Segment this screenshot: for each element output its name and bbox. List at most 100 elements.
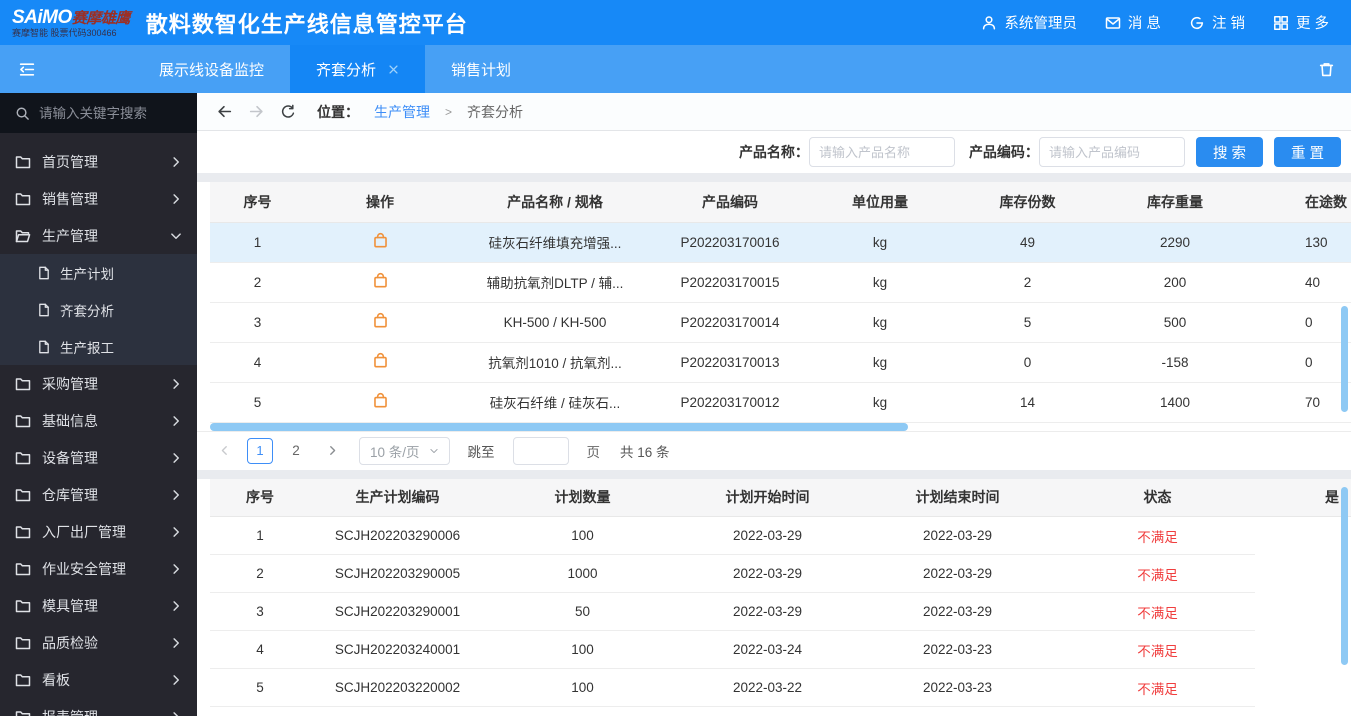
sidebar-item[interactable]: 入厂出厂管理 [0, 513, 197, 550]
sidebar-subitem[interactable]: 生产计划 [0, 254, 197, 291]
menu-fold-icon[interactable] [0, 61, 37, 78]
sidebar-item[interactable]: 品质检验 [0, 624, 197, 661]
vertical-scrollbar[interactable] [1341, 486, 1348, 665]
chevron-right-icon [170, 563, 182, 575]
chevron-right-icon [170, 526, 182, 538]
sidebar-item[interactable]: 首页管理 [0, 143, 197, 180]
more-label: 更 多 [1295, 16, 1329, 32]
column-header: 是 [1255, 478, 1351, 517]
table-cell: 100 [485, 516, 680, 555]
close-icon[interactable] [388, 64, 399, 75]
page-jump-input[interactable] [512, 436, 569, 465]
sidebar-item[interactable]: 设备管理 [0, 439, 197, 476]
back-icon[interactable] [216, 103, 233, 120]
folder-icon [15, 487, 31, 503]
table-cell: 不满足 [1060, 668, 1255, 707]
page-button-1[interactable]: 1 [247, 437, 273, 464]
sidebar-menu: 首页管理销售管理生产管理生产计划 齐套分析 生产报工 采购管理 基础信息 设备管理 仓库管理… [0, 133, 197, 716]
next-page-icon[interactable] [319, 438, 345, 464]
table-row[interactable]: 5 硅灰石纤维 / 硅灰石... P202203170012 kg 14 1400 70 [210, 382, 1351, 423]
table-row[interactable]: 2 SCJH202203290005 1000 2022-03-29 2022-03-2… [210, 554, 1351, 593]
sidebar-item[interactable]: 看板 [0, 661, 197, 698]
order-bag-icon[interactable] [372, 232, 389, 249]
chevron-right-icon [170, 711, 182, 716]
sidebar-item[interactable]: 模具管理 [0, 587, 197, 624]
vertical-scrollbar[interactable] [1341, 306, 1348, 412]
sidebar-item[interactable]: 仓库管理 [0, 476, 197, 513]
order-action-cell[interactable] [305, 302, 455, 343]
order-action-cell[interactable] [305, 222, 455, 263]
page-button-2[interactable]: 2 [283, 438, 309, 464]
page-size-select[interactable]: 10 条/页 [359, 436, 450, 465]
logout-button[interactable]: 注 销 [1189, 12, 1245, 33]
order-bag-icon[interactable] [372, 392, 389, 409]
sidebar-item-label: 生产管理 [42, 227, 98, 244]
search-button[interactable]: 搜 索 [1195, 137, 1263, 167]
folder-icon [15, 672, 31, 688]
table-row[interactable]: 1 硅灰石纤维填充增强... P202203170016 kg 49 2290 130 [210, 222, 1351, 263]
breadcrumb-location-label: 位置： [317, 103, 359, 120]
order-action-cell[interactable] [305, 382, 455, 423]
folder-icon [15, 376, 31, 392]
sidebar-item[interactable]: 采购管理 [0, 365, 197, 402]
sidebar-item[interactable]: 基础信息 [0, 402, 197, 439]
tab-label: 销售计划 [451, 61, 512, 79]
table-cell: 2022-03-29 [680, 516, 855, 555]
forward-icon[interactable] [248, 103, 265, 120]
order-bag-icon[interactable] [372, 312, 389, 329]
plans-table: 序号 生产计划编码 计划数量 计划开始时间 计划结束时间 状态是 1 SCJH2022032… [210, 478, 1351, 707]
table-row[interactable]: 3 KH-500 / KH-500 P202203170014 kg 5 500 0 [210, 302, 1351, 343]
sidebar-item[interactable]: 作业安全管理 [0, 550, 197, 587]
table-row[interactable]: 4 抗氧剂1010 / 抗氧剂... P202203170013 kg 0 -158 0 [210, 342, 1351, 383]
product-code-input[interactable] [1038, 137, 1185, 167]
folder-icon [15, 450, 31, 466]
order-bag-icon[interactable] [372, 352, 389, 369]
sidebar-item-label: 销售管理 [42, 190, 98, 207]
table-cell: 1 [210, 222, 305, 263]
table-cell: 5 [210, 382, 305, 423]
order-action-cell[interactable] [305, 342, 455, 383]
table-cell: P202203170016 [655, 222, 805, 263]
table-cell: P202203170012 [655, 382, 805, 423]
table-cell: 200 [1100, 262, 1250, 303]
trash-icon[interactable] [1318, 61, 1351, 78]
prev-page-icon[interactable] [211, 438, 237, 464]
chevron-down-icon [170, 230, 182, 242]
sidebar-item[interactable]: 生产管理 [0, 217, 197, 254]
table-row[interactable]: 1 SCJH202203290006 100 2022-03-29 2022-03-29… [210, 516, 1351, 555]
sidebar-item[interactable]: 报表管理 [0, 698, 197, 716]
table-row[interactable]: 4 SCJH202203240001 100 2022-03-24 2022-03-23… [210, 630, 1351, 669]
sidebar-subitem[interactable]: 生产报工 [0, 328, 197, 365]
more-button[interactable]: 更 多 [1273, 12, 1329, 33]
table-cell: 2022-03-29 [855, 592, 1060, 631]
logout-icon [1189, 15, 1205, 31]
folder-open-icon [15, 228, 31, 244]
order-bag-icon[interactable] [372, 272, 389, 289]
sidebar-subitem[interactable]: 齐套分析 [0, 291, 197, 328]
sidebar-search[interactable] [0, 93, 197, 133]
table-cell: 0 [1250, 302, 1351, 343]
product-name-input[interactable] [808, 137, 955, 167]
table-cell: 100 [485, 630, 680, 669]
sidebar-search-input[interactable] [39, 105, 171, 121]
horizontal-scrollbar[interactable] [210, 422, 908, 431]
column-header: 计划数量 [485, 478, 680, 517]
table-row[interactable]: 5 SCJH202203220002 100 2022-03-22 2022-03-23… [210, 668, 1351, 707]
table-cell: 3 [210, 302, 305, 343]
plans-table-header-row: 序号 生产计划编码 计划数量 计划开始时间 计划结束时间 状态是 [210, 478, 1351, 517]
tab-2[interactable]: 齐套分析 [290, 45, 426, 93]
order-action-cell[interactable] [305, 262, 455, 303]
tab-1[interactable]: 展示线设备监控 [133, 45, 290, 93]
messages-button[interactable]: 消 息 [1105, 12, 1161, 33]
reset-button[interactable]: 重 置 [1273, 137, 1341, 167]
sidebar-item[interactable]: 销售管理 [0, 180, 197, 217]
table-cell: 130 [1250, 222, 1351, 263]
refresh-icon[interactable] [280, 104, 296, 120]
chevron-right-icon [170, 452, 182, 464]
user-menu[interactable]: 系统管理员 [981, 12, 1077, 33]
table-row[interactable]: 2 辅助抗氧剂DLTP / 辅... P202203170015 kg 2 200 40 [210, 262, 1351, 303]
breadcrumb-parent-link[interactable]: 生产管理 [374, 102, 430, 122]
logout-label: 注 销 [1211, 16, 1245, 32]
table-row[interactable]: 3 SCJH202203290001 50 2022-03-29 2022-03-29 不… [210, 592, 1351, 631]
tab-3[interactable]: 销售计划 [425, 45, 537, 93]
